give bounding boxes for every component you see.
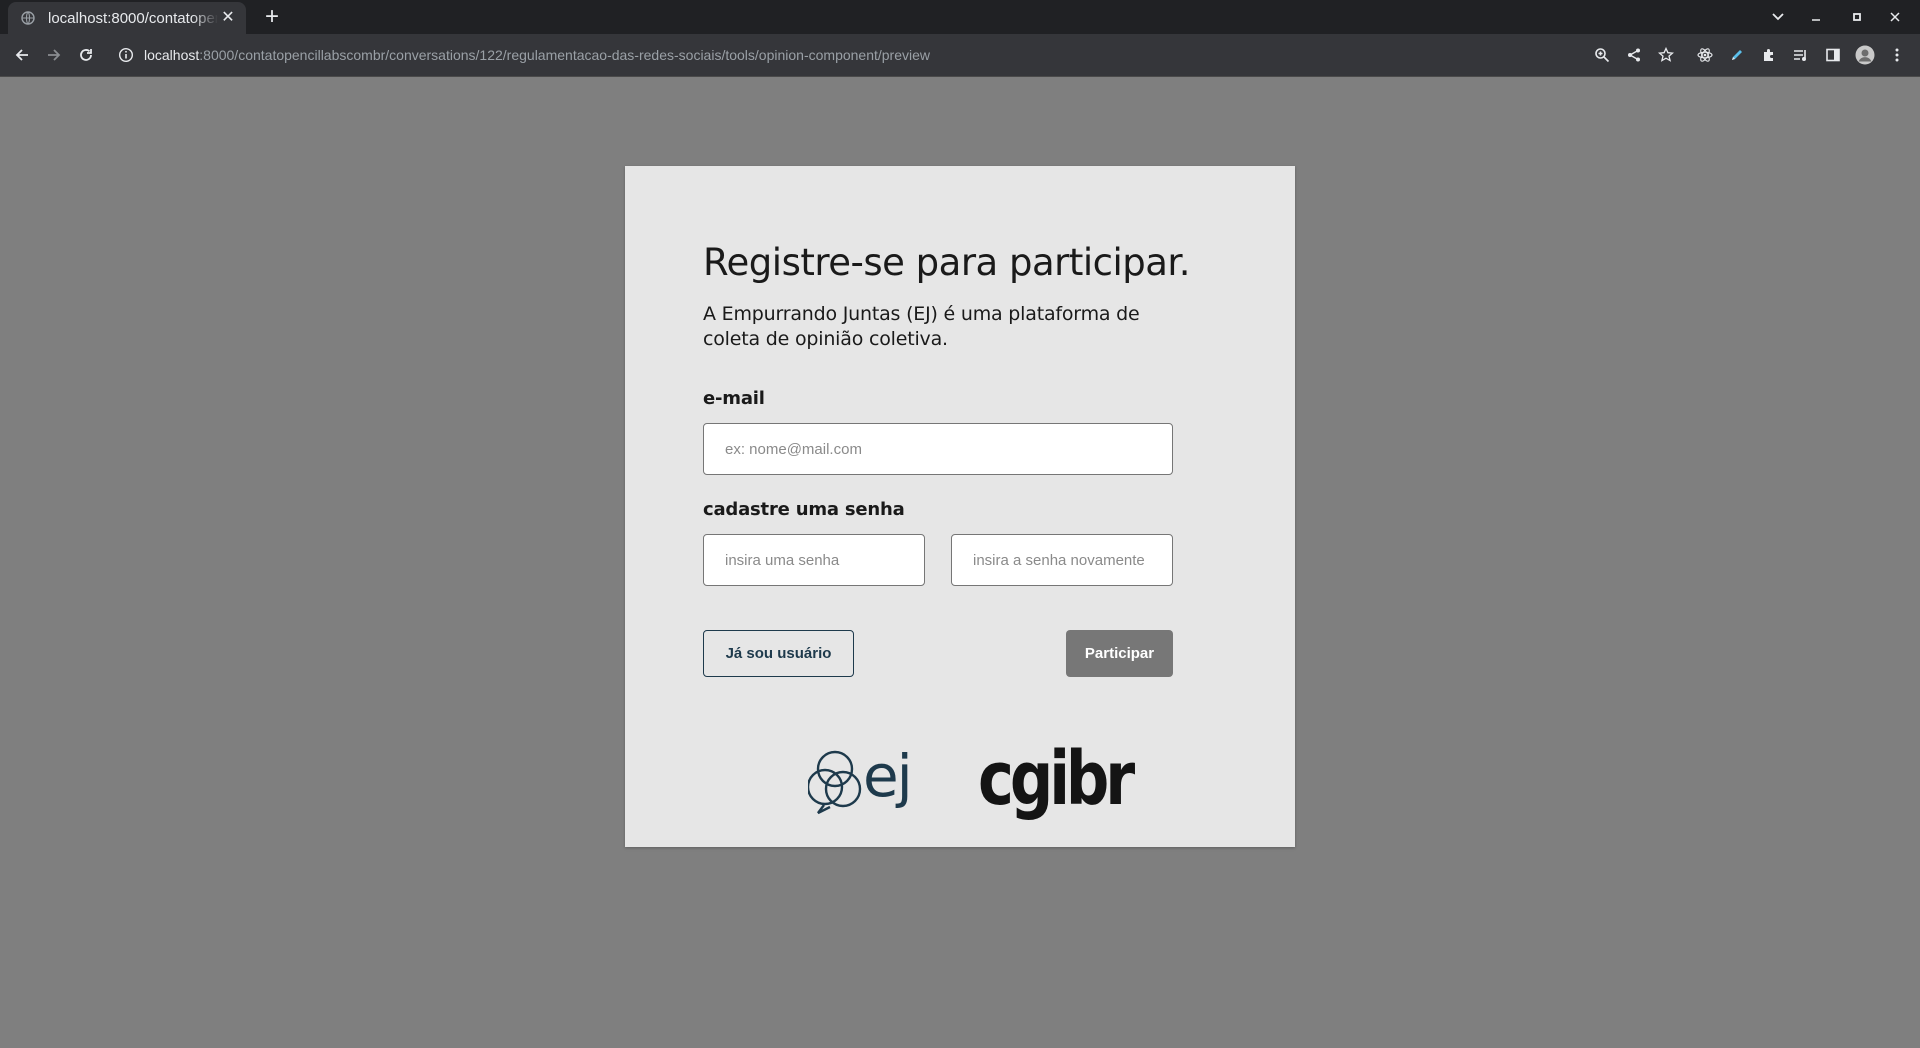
register-form: Registre-se para participar. A Empurrand… (703, 240, 1191, 677)
reload-icon[interactable] (74, 43, 98, 67)
back-icon[interactable] (10, 43, 34, 67)
zoom-icon[interactable] (1590, 43, 1614, 67)
partner-logos: ej cgibr (625, 737, 1295, 849)
password-label: cadastre uma senha (703, 499, 905, 520)
register-card: Registre-se para participar. A Empurrand… (625, 166, 1295, 847)
bookmark-star-icon[interactable] (1654, 43, 1678, 67)
pen-extension-icon[interactable] (1725, 43, 1749, 67)
participate-button[interactable]: Participar (1066, 630, 1173, 677)
ej-circles-icon (808, 750, 862, 815)
password-confirm-field[interactable] (951, 534, 1173, 586)
tab-title: localhost:8000/contatopencillabscombr/co… (48, 9, 218, 27)
globe-icon (20, 10, 36, 26)
browser-menu-icon[interactable] (1885, 43, 1909, 67)
ej-logo: ej (808, 742, 918, 817)
cgibr-logo: cgibr (978, 737, 1135, 827)
new-tab-icon[interactable]: + (260, 5, 284, 30)
email-field[interactable] (703, 423, 1173, 475)
info-icon[interactable] (118, 47, 134, 63)
cgibr-logo-text: cgibr (978, 736, 1135, 822)
browser-tab[interactable]: localhost:8000/contatopencillabscombr/co… (8, 2, 246, 34)
address-bar[interactable]: localhost:8000/contatopencillabscombr/co… (110, 39, 1610, 71)
already-user-button[interactable]: Já sou usuário (703, 630, 854, 677)
minimize-icon[interactable] (1804, 5, 1828, 29)
media-queue-icon[interactable] (1789, 43, 1813, 67)
side-panel-icon[interactable] (1821, 43, 1845, 67)
form-actions: Já sou usuário Participar (703, 630, 1173, 677)
react-devtools-icon[interactable] (1693, 43, 1717, 67)
password-field[interactable] (703, 534, 925, 586)
forward-icon[interactable] (42, 43, 66, 67)
close-tab-icon[interactable]: ✕ (220, 10, 236, 26)
profile-avatar-icon[interactable] (1853, 43, 1877, 67)
page-title: Registre-se para participar. (703, 241, 1191, 284)
maximize-icon[interactable] (1845, 5, 1869, 29)
extensions-puzzle-icon[interactable] (1757, 43, 1781, 67)
browser-toolbar: localhost:8000/contatopencillabscombr/co… (0, 34, 1920, 76)
url-text: localhost:8000/contatopencillabscombr/co… (144, 47, 931, 63)
password-row (703, 534, 1173, 586)
share-icon[interactable] (1622, 43, 1646, 67)
toolbar-divider (0, 76, 1920, 77)
page-subtitle: A Empurrando Juntas (EJ) é uma plataform… (703, 303, 1140, 350)
ej-logo-text: ej (863, 742, 913, 810)
close-window-icon[interactable] (1883, 5, 1907, 29)
tab-search-icon[interactable] (1766, 5, 1790, 29)
email-label: e-mail (703, 388, 765, 409)
tab-strip: localhost:8000/contatopencillabscombr/co… (0, 0, 1920, 34)
